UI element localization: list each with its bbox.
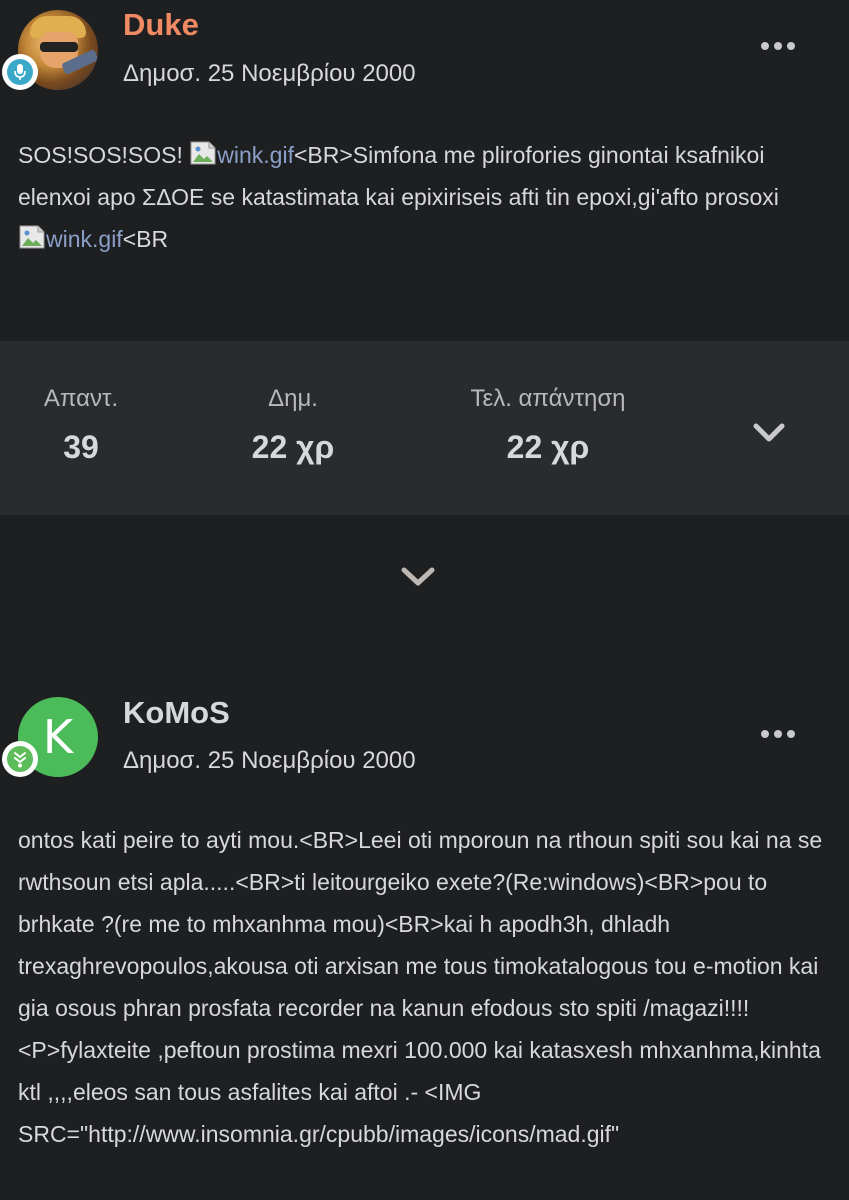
post-content: ontos kati peire to ayti mou.<BR>Leei ot…	[18, 827, 823, 1147]
post-date[interactable]: Δημοσ. 25 Νοεμβρίου 2000	[123, 747, 416, 775]
more-horizontal-icon	[761, 730, 769, 738]
inline-image: wink.gif	[18, 225, 123, 252]
stat-last-reply[interactable]: Τελ. απάντηση 22 χρ	[450, 385, 646, 466]
stat-value: 39	[63, 429, 99, 465]
post-content: SOS!SOS!SOS! wink.gif<BR>Simfona me plir…	[18, 134, 830, 260]
stat-label: Τελ. απάντηση	[470, 385, 626, 412]
post-menu-button[interactable]	[761, 724, 795, 744]
stats-expand-button[interactable]	[750, 417, 788, 447]
author-name[interactable]: KoMoS	[123, 695, 230, 731]
chevron-down-icon	[753, 423, 785, 442]
topic-stats: Απαντ. 39 Δημ. 22 χρ Τελ. απάντηση 22 χρ	[0, 341, 849, 515]
stat-created: Δημ. 22 χρ	[218, 385, 368, 466]
rank-badge-icon	[2, 741, 38, 777]
post-duke: Duke Δημοσ. 25 Νοεμβρίου 2000 SOS!SOS!SO…	[0, 0, 849, 300]
more-horizontal-icon	[761, 42, 769, 50]
post-text: <BR	[122, 226, 169, 252]
stat-label: Δημ.	[268, 385, 318, 412]
author-name[interactable]: Duke	[123, 7, 199, 43]
mic-badge-icon	[2, 54, 38, 90]
post-text: SOS!SOS!SOS!	[18, 142, 190, 168]
chevron-down-icon	[401, 567, 435, 586]
broken-image-icon	[18, 221, 46, 249]
inline-image: wink.gif	[189, 141, 294, 168]
load-more-posts-button[interactable]	[398, 560, 438, 592]
stat-value: 22 χρ	[506, 429, 590, 465]
stat-replies: Απαντ. 39	[30, 385, 132, 466]
post-menu-button[interactable]	[761, 36, 795, 56]
post-komos: K KoMoS Δημοσ. 25 Νοεμβρίου 2000 ontos k…	[0, 655, 849, 1200]
stat-value: 22 χρ	[251, 429, 335, 465]
post-date[interactable]: Δημοσ. 25 Νοεμβρίου 2000	[123, 60, 416, 88]
broken-image-icon	[189, 137, 217, 165]
stat-label: Απαντ.	[43, 385, 119, 412]
